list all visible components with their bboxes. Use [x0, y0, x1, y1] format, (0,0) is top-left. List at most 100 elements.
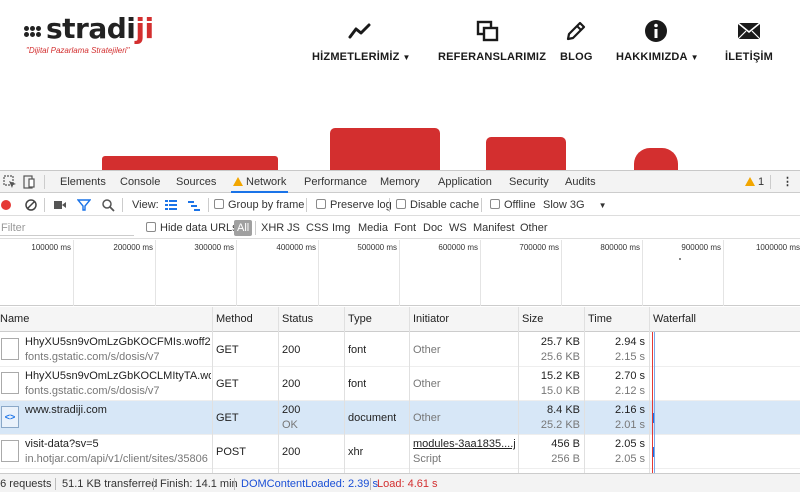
column-waterfall[interactable]: Waterfall [649, 307, 800, 332]
request-initiator: Other [413, 344, 441, 356]
hide-data-urls-checkbox[interactable]: Hide data URLs [146, 220, 238, 236]
more-menu-icon[interactable]: ⋮ [782, 171, 794, 193]
device-toolbar-icon[interactable] [22, 175, 36, 189]
tab-network-label: Network [246, 176, 287, 188]
table-row[interactable]: <> www.stradiji.com GET 200 OK document … [0, 401, 800, 435]
offline-label: Offline [504, 199, 536, 211]
type-filter-img[interactable]: Img [330, 220, 352, 236]
request-status: 200 [282, 378, 301, 390]
type-filter-js[interactable]: JS [285, 220, 302, 236]
view-label: View: [132, 199, 159, 211]
warning-icon [745, 177, 755, 186]
nav-iletisim-label: İLETİŞİM [724, 51, 774, 63]
nav-iletisim[interactable]: İLETİŞİM [722, 18, 776, 63]
overview-tick: 100000 ms [31, 243, 71, 252]
phone-illustration [486, 137, 566, 170]
record-icon[interactable] [0, 198, 14, 212]
request-type: document [348, 412, 397, 424]
clear-icon[interactable] [24, 198, 38, 212]
request-method: GET [216, 378, 239, 390]
request-method: POST [216, 446, 246, 458]
request-size: 15.2 KB [540, 370, 580, 382]
column-status[interactable]: Status [278, 307, 344, 332]
type-filter-other[interactable]: Other [518, 220, 550, 236]
warnings-counter[interactable]: 1 [745, 171, 764, 193]
offline-checkbox[interactable]: Offline [490, 194, 536, 216]
pencil-icon [560, 18, 592, 44]
network-overview-timeline[interactable]: 100000 ms 200000 ms 300000 ms 400000 ms … [0, 240, 800, 306]
column-type[interactable]: Type [344, 307, 409, 332]
tab-console[interactable]: Console [120, 171, 160, 193]
column-time[interactable]: Time [584, 307, 649, 332]
request-initiator: Other [413, 378, 441, 390]
html-document-icon: <> [1, 406, 19, 428]
request-host: fonts.gstatic.com/s/dosis/v7 [25, 385, 160, 397]
column-name[interactable]: Name [0, 307, 212, 332]
table-row[interactable]: HhyXU5sn9vOmLzGbKOCLMItyTA.woff2 fonts.g… [0, 367, 800, 401]
type-filter-media[interactable]: Media [356, 220, 390, 236]
request-size: 8.4 KB [546, 404, 580, 416]
request-method: GET [216, 344, 239, 356]
tab-performance[interactable]: Performance [304, 171, 367, 193]
nav-hakkimizda[interactable]: HAKKIMIZDA ▼ [616, 18, 699, 63]
trend-line-icon [312, 18, 408, 44]
request-status: 200 [282, 404, 301, 416]
file-icon [1, 440, 19, 462]
inspect-element-icon[interactable] [3, 175, 17, 189]
group-by-frame-checkbox[interactable]: Group by frame [214, 194, 304, 216]
disable-cache-checkbox[interactable]: Disable cache [396, 194, 479, 216]
tab-security[interactable]: Security [509, 171, 549, 193]
type-filter-font[interactable]: Font [392, 220, 418, 236]
overview-tick: 500000 ms [357, 243, 397, 252]
type-filter-manifest[interactable]: Manifest [471, 220, 517, 236]
type-filter-all[interactable]: All [234, 220, 253, 236]
type-filter-doc[interactable]: Doc [421, 220, 445, 236]
disable-cache-label: Disable cache [410, 199, 480, 211]
chevron-down-icon: ▼ [690, 53, 699, 62]
nav-hizmetlerimiz-label: HİZMETLERİMİZ [312, 51, 400, 63]
tab-audits[interactable]: Audits [565, 171, 596, 193]
tab-memory[interactable]: Memory [380, 171, 420, 193]
group-by-frame-label: Group by frame [228, 199, 305, 211]
column-size[interactable]: Size [518, 307, 584, 332]
copy-windows-icon [438, 18, 538, 44]
request-time: 2.16 s [615, 404, 645, 416]
domcontentloaded-line [654, 332, 655, 473]
request-time: 2.94 s [615, 336, 645, 348]
initiator-link[interactable]: modules-3aa1835....j... [413, 438, 516, 450]
laptop-illustration [102, 156, 278, 170]
preserve-log-checkbox[interactable]: Preserve log [316, 194, 392, 216]
summary-transferred: 51.1 KB transferred [62, 478, 158, 490]
large-rows-icon[interactable] [164, 198, 178, 212]
request-method: GET [216, 412, 239, 424]
request-latency: 2.12 s [615, 385, 645, 397]
type-filter-xhr[interactable]: XHR [259, 220, 286, 236]
tab-elements[interactable]: Elements [60, 171, 106, 193]
tab-network[interactable]: Network [231, 171, 289, 193]
tab-application[interactable]: Application [438, 171, 492, 193]
nav-referanslarimiz[interactable]: REFERANSLARIMIZ [438, 18, 546, 63]
overview-tick: 200000 ms [113, 243, 153, 252]
tab-sources[interactable]: Sources [176, 171, 216, 193]
throttling-select[interactable]: Slow 3G ▼ [543, 194, 607, 216]
table-row[interactable]: HhyXU5sn9vOmLzGbKOCFMIs.woff2 fonts.gsta… [0, 333, 800, 367]
filter-input[interactable] [0, 220, 134, 236]
overview-waterfall-icon[interactable] [187, 198, 201, 212]
table-row[interactable]: visit-data?sv=5 in.hotjar.com/api/v1/cli… [0, 435, 800, 469]
search-icon[interactable] [101, 198, 115, 212]
video-capture-icon[interactable] [53, 198, 67, 212]
request-host: in.hotjar.com/api/v1/client/sites/35806 [25, 453, 208, 465]
type-filter-css[interactable]: CSS [304, 220, 331, 236]
type-filter-ws[interactable]: WS [447, 220, 469, 236]
nav-hizmetlerimiz[interactable]: HİZMETLERİMİZ ▼ [312, 18, 410, 63]
devtools-panel: Elements Console Sources Network Perform… [0, 170, 800, 492]
filter-icon[interactable] [77, 198, 91, 212]
column-initiator[interactable]: Initiator [409, 307, 518, 332]
request-size-resource: 15.0 KB [540, 385, 580, 397]
summary-finish: Finish: 14.1 min [160, 478, 238, 490]
nav-blog[interactable]: BLOG [560, 18, 592, 63]
column-method[interactable]: Method [212, 307, 278, 332]
smallphone-illustration [634, 148, 678, 170]
request-status: 200 [282, 344, 301, 356]
website-viewport: stradiji "Dijital Pazarlama Stratejileri… [0, 0, 800, 170]
